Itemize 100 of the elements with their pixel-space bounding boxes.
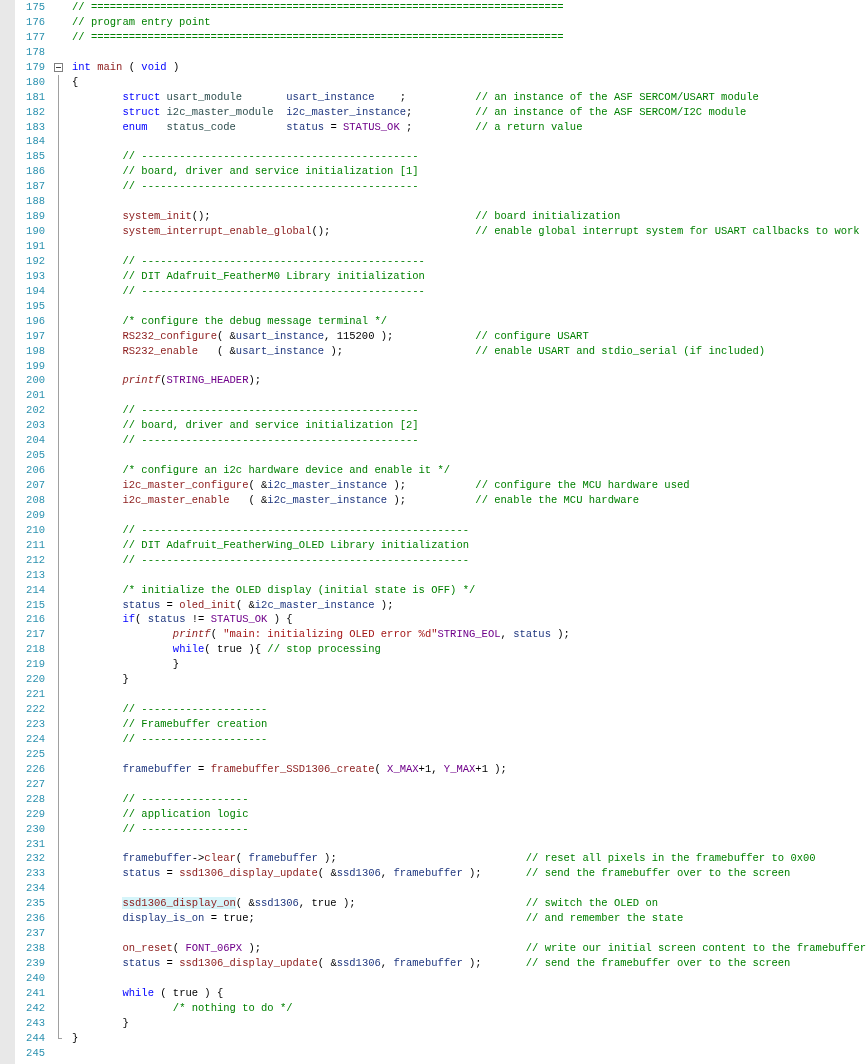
line-number: 196 <box>26 314 45 327</box>
line-number: 195 <box>26 299 45 312</box>
code-line: i2c_master_configure( &i2c_master_instance ); // configure the MCU hardware used <box>121 479 690 491</box>
code-line: // -------------------- <box>121 703 268 716</box>
line-number: 186 <box>26 165 45 178</box>
line-number: 200 <box>26 374 45 387</box>
collapse-icon[interactable] <box>54 62 63 72</box>
line-number: 219 <box>26 658 45 671</box>
code-line: // --------------------------------------------- <box>121 284 425 297</box>
code-line: on_reset( FONT_06PX ); // write our initial screen content to the framebuffer <box>121 942 866 955</box>
code-line: // ----------------- <box>121 792 249 805</box>
line-number: 207 <box>26 479 45 491</box>
line-number: 239 <box>26 957 45 969</box>
code-line: printf( "main: initializing OLED error %d"STRING_EOL, status ); <box>171 628 570 641</box>
line-number: 224 <box>26 732 45 745</box>
line-number: 187 <box>26 180 45 193</box>
line-number: 214 <box>26 583 45 596</box>
line-number: 227 <box>26 777 45 790</box>
line-number: 223 <box>26 718 45 730</box>
line-number: 179 <box>26 60 45 73</box>
line-number: 242 <box>26 1001 45 1014</box>
line-number: 236 <box>26 912 45 925</box>
code-line: } <box>121 1016 129 1029</box>
line-number: 243 <box>26 1016 45 1029</box>
code-line: ssd1306_display_on( &ssd1306, true ); // switch the OLED on <box>121 897 659 910</box>
code-line: RS232_enable ( &usart_instance ); // enable USART and stdio_serial (if included) <box>121 344 766 357</box>
code-line: status = ssd1306_display_update( &ssd1306, framebuffer ); // send the framebuffer over to the screen <box>121 957 791 969</box>
line-number: 205 <box>26 449 45 462</box>
code-line: status = oled_init( &i2c_master_instance ); <box>121 598 394 611</box>
line-number: 183 <box>26 120 45 133</box>
line-number: 217 <box>26 628 45 641</box>
line-number: 211 <box>26 538 45 551</box>
line-number: 184 <box>26 135 45 148</box>
code-line: /* configure the debug message terminal */ <box>121 314 388 327</box>
code-line: // -------------------------------------------- <box>121 150 419 163</box>
code-line: } <box>72 1031 79 1044</box>
code-line: // -------------------- <box>121 732 268 745</box>
code-line: system_interrupt_enable_global(); // enable global interrupt system for USART callbacks to work <box>121 225 860 238</box>
line-number: 230 <box>26 822 45 835</box>
code-line: } <box>121 673 129 686</box>
line-number: 233 <box>26 867 45 880</box>
line-number: 204 <box>26 434 45 447</box>
code-line: /* initialize the OLED display (initial state is OFF) */ <box>121 583 476 596</box>
line-number: 210 <box>26 523 45 536</box>
code-line: framebuffer = framebuffer_SSD1306_create( X_MAX+1, Y_MAX+1 ); <box>121 762 507 775</box>
line-number: 201 <box>26 389 45 402</box>
line-number: 234 <box>26 882 45 895</box>
line-number: 238 <box>26 942 45 955</box>
line-number: 176 <box>26 15 45 28</box>
line-number: 245 <box>26 1046 45 1059</box>
line-number: 178 <box>26 45 45 58</box>
line-number: 181 <box>26 90 45 103</box>
line-number: 190 <box>26 225 45 238</box>
code-line: // DIT Adafruit_FeatherWing_OLED Library initialization <box>121 538 469 551</box>
code-line: // =========================================================================== <box>72 30 564 43</box>
line-number: 192 <box>26 254 45 267</box>
line-number: 218 <box>26 643 45 656</box>
code-line: int main ( void ) <box>72 60 180 73</box>
line-number: 203 <box>26 419 45 432</box>
code-line: // ----------------- <box>121 822 249 835</box>
code-line: { <box>72 75 79 88</box>
line-number: 188 <box>26 195 45 208</box>
code-line: /* nothing to do */ <box>171 1001 293 1014</box>
line-number: 235 <box>26 897 45 910</box>
code-line: // board, driver and service initialization [1] <box>121 165 419 178</box>
line-number: 212 <box>26 553 45 566</box>
code-line: // ---------------------------------------------------- <box>121 523 469 536</box>
line-number: 240 <box>26 971 45 984</box>
line-number: 177 <box>26 30 45 43</box>
code-line: // =========================================================================== <box>72 1 564 13</box>
code-line: enum status_code status = STATUS_OK ; // a return value <box>121 120 583 133</box>
line-number: 209 <box>26 508 45 521</box>
code-line: system_init(); // board initialization <box>121 210 621 223</box>
code-line: // --------------------------------------------- <box>121 254 425 267</box>
code-line: /* configure an i2c hardware device and enable it */ <box>121 464 451 477</box>
line-number: 213 <box>26 568 45 581</box>
code-line: // program entry point <box>72 15 211 28</box>
code-line: // DIT Adafruit_FeatherM0 Library initialization <box>121 269 425 282</box>
code-line: // ---------------------------------------------------- <box>121 553 469 566</box>
code-line: i2c_master_enable ( &i2c_master_instance ); // enable the MCU hardware <box>121 493 640 506</box>
line-number: 231 <box>26 837 45 850</box>
line-number: 206 <box>26 464 45 477</box>
line-number: 175 <box>26 1 45 13</box>
line-number: 229 <box>26 807 45 820</box>
line-number: 197 <box>26 329 45 342</box>
line-number: 191 <box>26 240 45 252</box>
code-line: // -------------------------------------------- <box>121 434 419 447</box>
line-number: 215 <box>26 598 45 611</box>
line-number: 225 <box>26 747 45 760</box>
code-line: struct usart_module usart_instance ; // an instance of the ASF SERCOM/USART module <box>121 90 759 103</box>
line-number: 182 <box>26 105 45 118</box>
line-number: 222 <box>26 703 45 716</box>
code-line: while( true ){ // stop processing <box>171 643 381 656</box>
code-line: framebuffer->clear( framebuffer ); // reset all pixels in the framebuffer to 0x00 <box>121 852 816 865</box>
code-line: // -------------------------------------------- <box>121 180 419 193</box>
code-line: // -------------------------------------------- <box>121 404 419 417</box>
line-number: 199 <box>26 359 45 372</box>
line-number: 198 <box>26 344 45 357</box>
code-line: } <box>171 658 180 671</box>
code-line: while ( true ) { <box>121 986 224 999</box>
